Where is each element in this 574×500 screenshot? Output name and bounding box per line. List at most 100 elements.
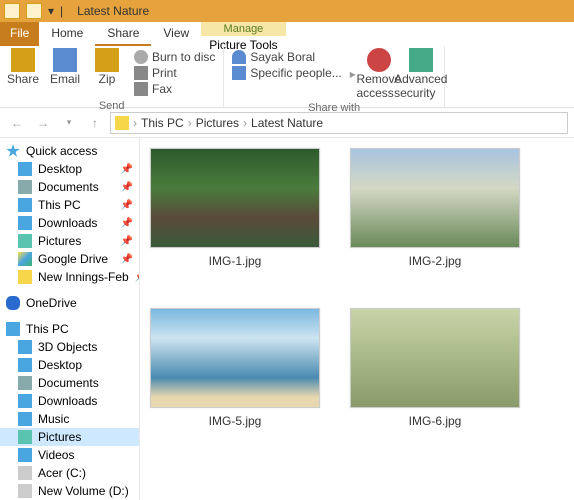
sidebar-item[interactable]: Google Drive📌: [0, 250, 139, 268]
sidebar-item[interactable]: Documents📌: [0, 178, 139, 196]
sidebar-item[interactable]: New Volume (D:): [0, 482, 139, 500]
sidebar-item[interactable]: 3D Objects: [0, 338, 139, 356]
sidebar-item[interactable]: Downloads: [0, 392, 139, 410]
fax-icon: [134, 82, 148, 96]
sidebar-item[interactable]: Videos: [0, 446, 139, 464]
sidebar-item[interactable]: Music: [0, 410, 139, 428]
item-icon: [18, 216, 32, 230]
item-icon: [18, 234, 32, 248]
window-title: Latest Nature: [77, 4, 149, 18]
print-button[interactable]: Print: [134, 66, 215, 80]
item-icon: [18, 252, 32, 266]
tab-home[interactable]: Home: [39, 22, 95, 46]
pin-icon: 📌: [121, 236, 133, 247]
item-icon: [18, 270, 32, 284]
advanced-security-button[interactable]: Advanced security: [402, 48, 440, 100]
remove-access-button[interactable]: Remove access: [360, 48, 398, 100]
remove-icon: [367, 48, 391, 72]
tab-share[interactable]: Share: [95, 22, 151, 46]
item-icon: [18, 466, 32, 480]
sidebar-item[interactable]: Documents: [0, 374, 139, 392]
up-button[interactable]: ↑: [84, 112, 106, 134]
sidebar-item[interactable]: This PC📌: [0, 196, 139, 214]
item-icon: [18, 376, 32, 390]
thumbnail-image: [150, 308, 320, 408]
sidebar-item[interactable]: Desktop: [0, 356, 139, 374]
item-icon: [18, 394, 32, 408]
context-group: Manage: [201, 22, 285, 36]
file-name: IMG-6.jpg: [409, 414, 462, 428]
sidebar-item[interactable]: Acer (C:): [0, 464, 139, 482]
file-view[interactable]: IMG-1.jpg IMG-2.jpg IMG-5.jpg IMG-6.jpg: [140, 138, 574, 500]
specific-people-button[interactable]: Specific people...: [232, 66, 341, 80]
item-icon: [18, 180, 32, 194]
disc-icon: [134, 50, 148, 64]
folder-icon: [26, 3, 42, 19]
crumb-pc[interactable]: This PC: [141, 116, 184, 130]
pin-icon: 📌: [121, 254, 133, 265]
share-icon: [11, 48, 35, 72]
burn-button[interactable]: Burn to disc: [134, 50, 215, 64]
item-icon: [18, 198, 32, 212]
history-dropdown[interactable]: ▾: [58, 112, 80, 134]
shield-icon: [409, 48, 433, 72]
item-icon: [18, 340, 32, 354]
qat-dropdown[interactable]: ▾: [48, 4, 54, 18]
file-name: IMG-1.jpg: [209, 254, 262, 268]
thumbnail-image: [150, 148, 320, 248]
email-button[interactable]: Email: [46, 48, 84, 98]
share-more-button[interactable]: ▸: [350, 48, 356, 100]
user-icon: [232, 50, 246, 64]
item-icon: [18, 484, 32, 498]
group-send: Send: [4, 100, 219, 112]
zip-button[interactable]: Zip: [88, 48, 126, 98]
item-icon: [18, 430, 32, 444]
folder-icon: [115, 116, 129, 130]
email-icon: [53, 48, 77, 72]
ribbon: Share Email Zip Burn to disc Print Fax S…: [0, 46, 574, 108]
item-icon: [18, 358, 32, 372]
file-thumbnail[interactable]: IMG-1.jpg: [150, 148, 320, 268]
print-icon: [134, 66, 148, 80]
pin-icon: 📌: [121, 218, 133, 229]
sidebar-item[interactable]: Desktop📌: [0, 160, 139, 178]
onedrive[interactable]: OneDrive: [0, 294, 139, 312]
fax-button[interactable]: Fax: [134, 82, 215, 96]
title-bar: ▾ | Latest Nature: [0, 0, 574, 22]
share-user-button[interactable]: Sayak Boral: [232, 50, 341, 64]
crumb-pictures[interactable]: Pictures: [196, 116, 239, 130]
file-thumbnail[interactable]: IMG-5.jpg: [150, 308, 320, 428]
back-button[interactable]: ←: [6, 112, 28, 134]
share-button[interactable]: Share: [4, 48, 42, 98]
folder-icon: [4, 3, 20, 19]
thumbnail-image: [350, 308, 520, 408]
this-pc[interactable]: This PC: [0, 320, 139, 338]
forward-button[interactable]: →: [32, 112, 54, 134]
sidebar-item[interactable]: New Innings-Feb📌: [0, 268, 139, 286]
people-icon: [232, 66, 246, 80]
navigation-pane[interactable]: Quick access Desktop📌Documents📌This PC📌D…: [0, 138, 140, 500]
crumb-latest[interactable]: Latest Nature: [251, 116, 323, 130]
sidebar-item[interactable]: Pictures📌: [0, 232, 139, 250]
tab-file[interactable]: File: [0, 22, 39, 46]
item-icon: [18, 412, 32, 426]
pin-icon: 📌: [121, 164, 133, 175]
qat-separator: |: [60, 4, 63, 18]
pin-icon: 📌: [121, 182, 133, 193]
sidebar-item[interactable]: Downloads📌: [0, 214, 139, 232]
file-thumbnail[interactable]: IMG-2.jpg: [350, 148, 520, 268]
file-name: IMG-2.jpg: [409, 254, 462, 268]
sidebar-item[interactable]: Pictures: [0, 428, 139, 446]
address-bar: ← → ▾ ↑ › This PC › Pictures › Latest Na…: [0, 108, 574, 138]
thumbnail-image: [350, 148, 520, 248]
pc-icon: [6, 322, 20, 336]
quick-access[interactable]: Quick access: [0, 142, 139, 160]
breadcrumb[interactable]: › This PC › Pictures › Latest Nature: [110, 112, 568, 134]
zip-icon: [95, 48, 119, 72]
cloud-icon: [6, 296, 20, 310]
tab-view[interactable]: View: [151, 22, 201, 46]
file-thumbnail[interactable]: IMG-6.jpg: [350, 308, 520, 428]
item-icon: [18, 162, 32, 176]
item-icon: [18, 448, 32, 462]
file-name: IMG-5.jpg: [209, 414, 262, 428]
